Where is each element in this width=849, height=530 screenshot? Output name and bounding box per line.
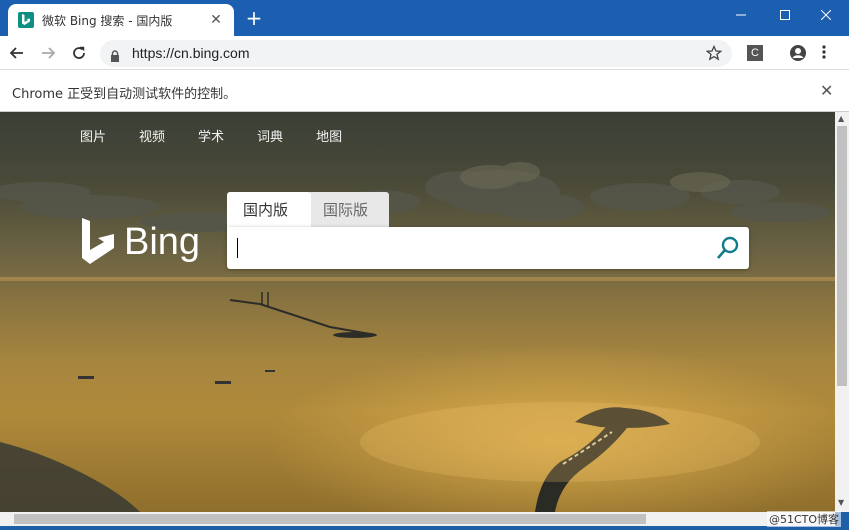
nav-link-videos[interactable]: 视频: [139, 126, 165, 145]
bing-logo[interactable]: Bing: [80, 218, 200, 266]
url-text: https://cn.bing.com: [132, 45, 250, 61]
vertical-scroll-thumb[interactable]: [837, 126, 847, 386]
scroll-up-arrow-icon[interactable]: ▲: [838, 114, 844, 123]
new-tab-button[interactable]: +: [244, 8, 264, 28]
address-bar[interactable]: https://cn.bing.com: [100, 40, 732, 67]
search-icon[interactable]: [715, 235, 741, 265]
bing-b-icon: [82, 218, 114, 264]
watermark: @51CTO博客: [767, 511, 842, 527]
close-window-button[interactable]: [803, 0, 849, 30]
automation-infobar: Chrome 正受到自动测试软件的控制。 ✕: [0, 70, 849, 112]
nav-link-academic[interactable]: 学术: [198, 126, 224, 145]
title-bar: 微软 Bing 搜索 - 国内版 ✕ +: [0, 0, 849, 36]
nav-link-maps[interactable]: 地图: [316, 126, 342, 145]
taskbar-strip: [0, 526, 849, 530]
bing-favicon-icon: [18, 12, 34, 28]
bookmark-star-icon[interactable]: [705, 44, 723, 65]
search-input[interactable]: [227, 227, 749, 269]
forward-arrow-icon[interactable]: [35, 40, 61, 66]
top-nav: 图片 视频 学术 词典 地图: [80, 126, 375, 145]
infobar-message: Chrome 正受到自动测试软件的控制。: [12, 87, 237, 102]
minimize-button[interactable]: [718, 0, 764, 30]
nav-link-images[interactable]: 图片: [80, 126, 106, 145]
text-caret: [237, 238, 238, 258]
nav-link-dictionary[interactable]: 词典: [257, 126, 283, 145]
tab-domestic[interactable]: 国内版: [227, 192, 311, 228]
background-image: [0, 162, 835, 512]
bing-homepage: 图片 视频 学术 词典 地图 Bing 国际版 国内版: [0, 112, 835, 512]
profile-avatar-icon[interactable]: [789, 44, 807, 66]
bing-wordmark: Bing: [124, 220, 201, 263]
tab-international[interactable]: 国际版: [307, 192, 389, 228]
tab-title: 微软 Bing 搜索 - 国内版: [42, 13, 173, 28]
maximize-button[interactable]: [762, 0, 808, 30]
reload-icon[interactable]: [66, 40, 92, 66]
browser-tab[interactable]: 微软 Bing 搜索 - 国内版 ✕: [8, 4, 234, 36]
menu-kebab-icon[interactable]: [822, 44, 826, 64]
tab-close-icon[interactable]: ✕: [208, 12, 224, 28]
back-arrow-icon[interactable]: [4, 40, 30, 66]
scroll-down-arrow-icon[interactable]: ▼: [838, 498, 844, 507]
infobar-close-icon[interactable]: ✕: [820, 81, 833, 100]
horizontal-scroll-thumb[interactable]: [14, 514, 646, 524]
extension-c-icon[interactable]: C: [747, 45, 763, 61]
browser-toolbar: https://cn.bing.com C: [0, 36, 849, 70]
horizontal-scrollbar[interactable]: [0, 512, 835, 526]
lock-icon: [110, 47, 120, 66]
vertical-scrollbar[interactable]: ▲ ▼: [835, 112, 849, 512]
